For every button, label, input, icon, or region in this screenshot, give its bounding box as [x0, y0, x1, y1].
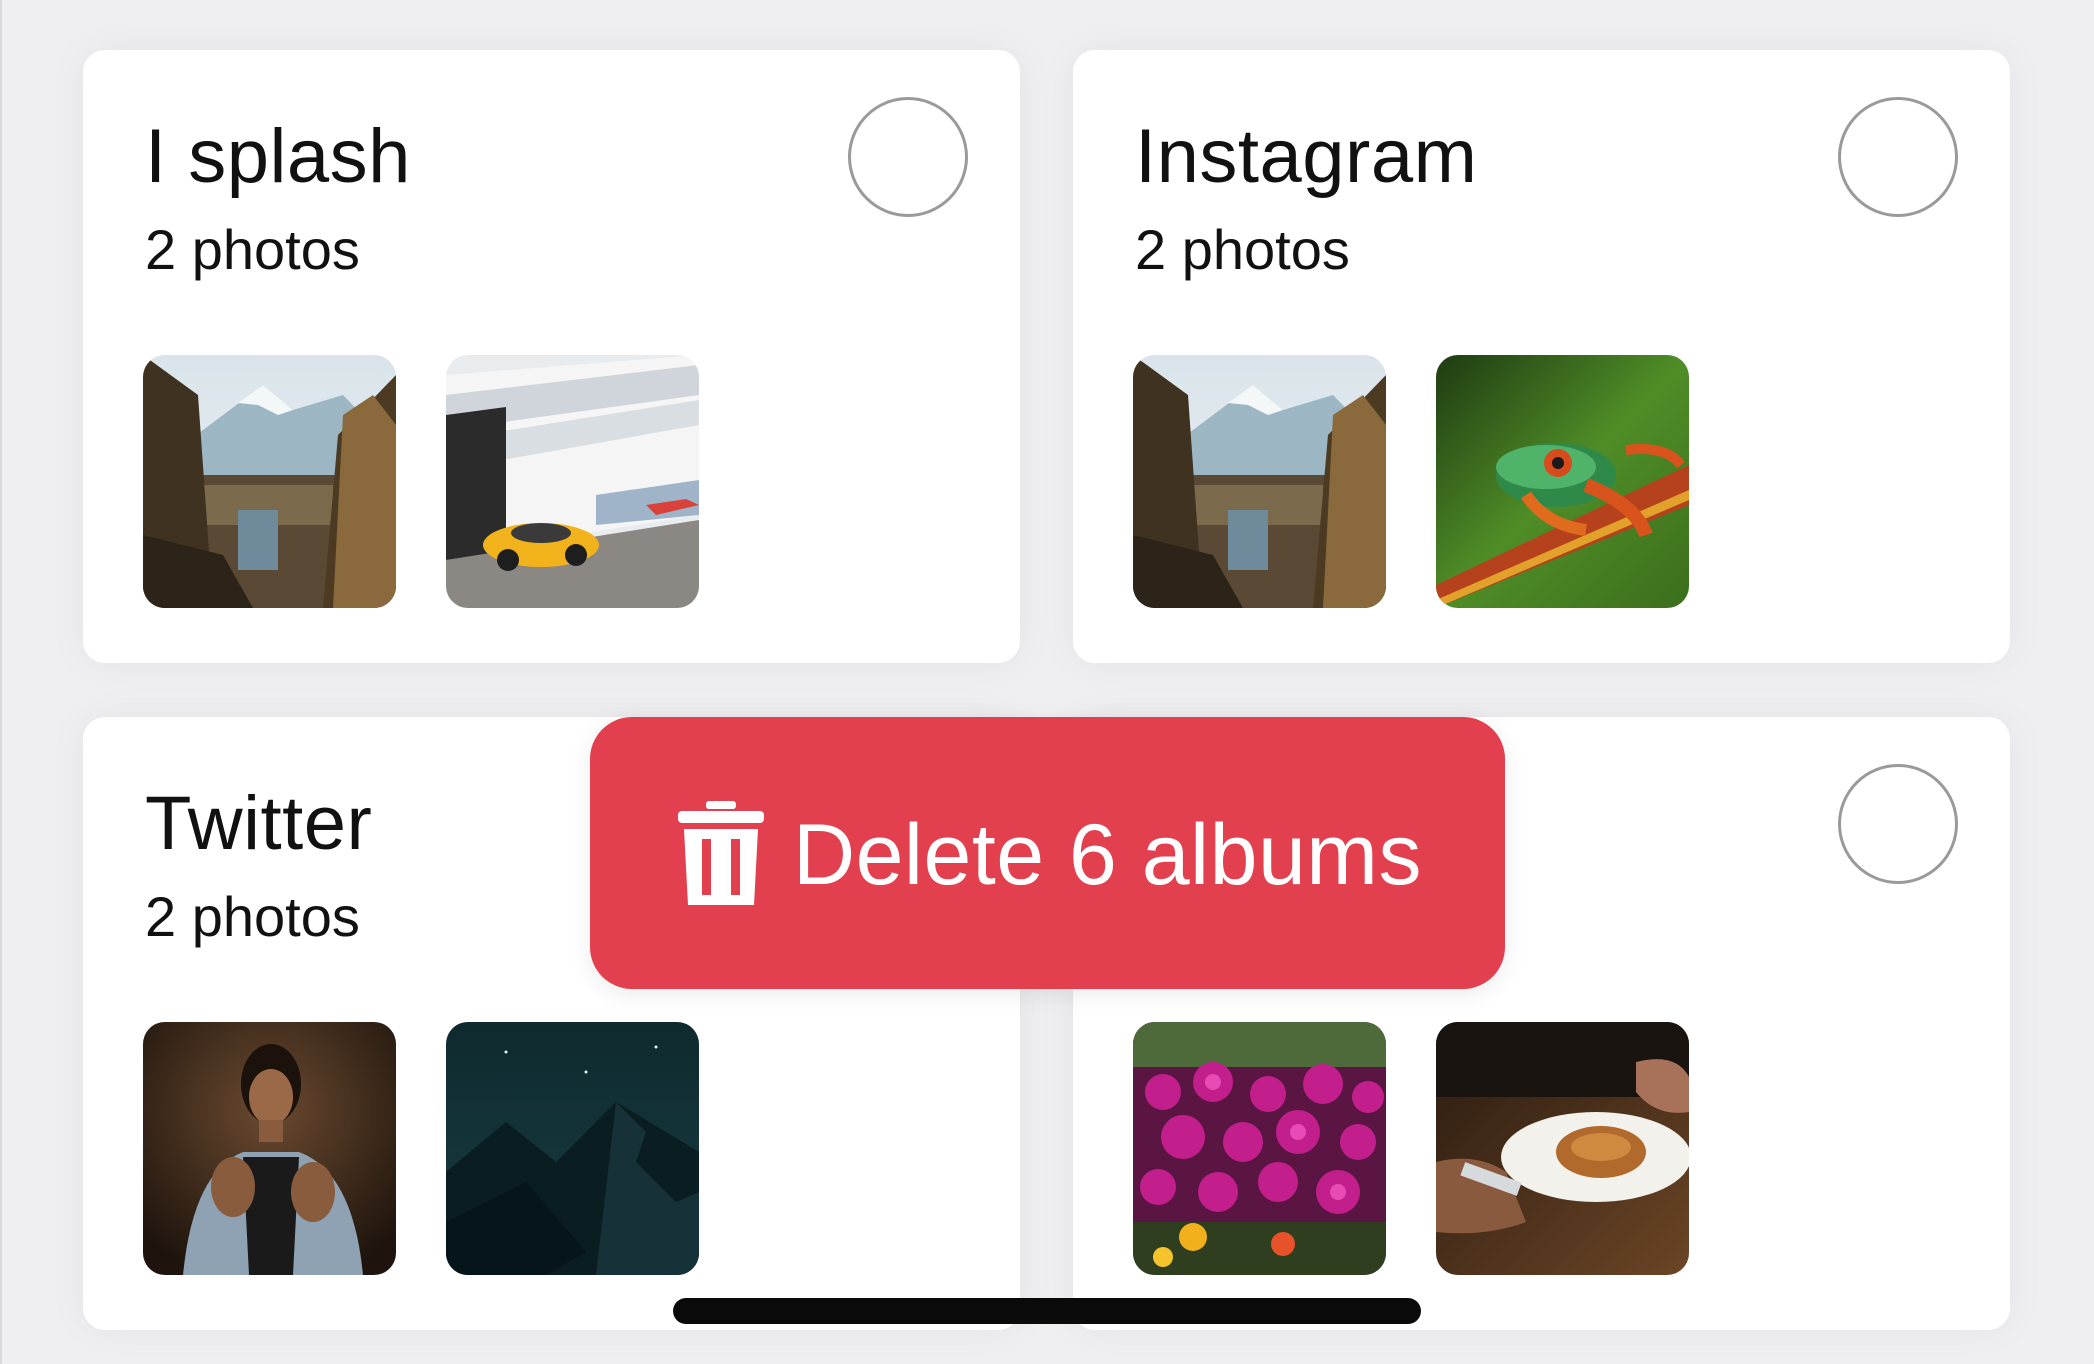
photo-thumbnail-portrait[interactable] [143, 1022, 396, 1275]
photo-thumbnail-flowers[interactable] [1133, 1022, 1386, 1275]
photo-thumbnail-sports-car[interactable] [446, 355, 699, 608]
photo-thumbnail-tree-frog[interactable] [1436, 355, 1689, 608]
album-card-i-splash[interactable]: I splash 2 photos [83, 50, 1020, 663]
album-title: Twitter [145, 781, 373, 866]
select-circle[interactable] [1838, 764, 1958, 884]
album-card-instagram[interactable]: Instagram 2 photos [1073, 50, 2010, 663]
trash-icon [678, 801, 764, 905]
screen-edge [0, 0, 2, 1364]
delete-albums-button[interactable]: Delete 6 albums [590, 717, 1505, 989]
photo-thumbnail-croissant[interactable] [1436, 1022, 1689, 1275]
photo-thumbnail-mountain[interactable] [143, 355, 396, 608]
album-photo-count: 2 photos [145, 218, 360, 281]
select-circle[interactable] [1838, 97, 1958, 217]
select-circle[interactable] [848, 97, 968, 217]
album-photo-count: 2 photos [1135, 218, 1350, 281]
albums-screen: I splash 2 photos Instagram 2 photos Twi… [0, 0, 2094, 1364]
home-indicator[interactable] [673, 1298, 1421, 1324]
album-photo-count: 2 photos [145, 885, 360, 948]
photo-thumbnail-night-mountains[interactable] [446, 1022, 699, 1275]
photo-thumbnail-mountain[interactable] [1133, 355, 1386, 608]
album-title: I splash [145, 114, 411, 199]
delete-button-label: Delete 6 albums [793, 807, 1422, 903]
album-title: Instagram [1135, 114, 1478, 199]
